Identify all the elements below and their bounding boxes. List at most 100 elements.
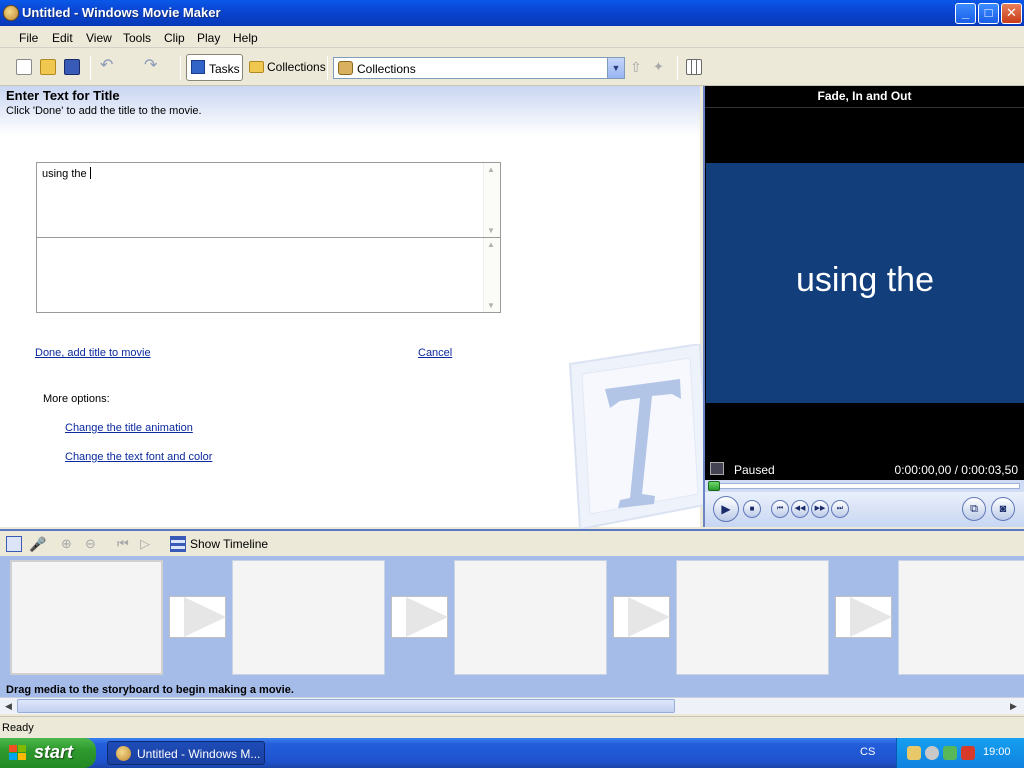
collections-film-icon	[338, 61, 353, 75]
scroll-down-icon[interactable]: ▼	[487, 301, 495, 310]
zoom-in-icon[interactable]: ⊕	[61, 536, 77, 552]
up-one-level-icon[interactable]: ⇧	[630, 59, 646, 75]
taskbar-window-button[interactable]: Untitled - Windows M...	[107, 741, 265, 765]
change-font-color-link[interactable]: Change the text font and color	[65, 451, 212, 463]
chevron-down-icon[interactable]: ▼	[607, 58, 624, 78]
menu-play[interactable]: Play	[197, 31, 220, 45]
tasks-icon	[191, 60, 205, 74]
transport-controls: ▶ ■ ⏮ ◀◀ ▶▶ ⏭ ⧉ ◙	[705, 492, 1024, 527]
title-text-input[interactable]: using the ▲ ▼	[37, 163, 500, 238]
tasks-button[interactable]: Tasks	[186, 54, 243, 81]
tray-network-icon[interactable]	[907, 746, 921, 760]
open-project-icon[interactable]	[40, 59, 56, 75]
language-indicator[interactable]: CS	[860, 746, 875, 758]
show-timeline-icon[interactable]	[170, 536, 186, 552]
toolbar-separator	[327, 56, 328, 80]
scroll-thumb[interactable]	[17, 699, 675, 713]
new-project-icon[interactable]	[16, 59, 32, 75]
close-button[interactable]: ✕	[1001, 3, 1022, 24]
scroll-left-icon[interactable]: ◀	[1, 699, 16, 713]
play-storyboard-icon[interactable]: ▷	[140, 536, 156, 552]
toolbar-separator	[180, 56, 181, 80]
previous-frame-icon[interactable]: ⏮	[771, 500, 789, 518]
status-text: Ready	[2, 722, 34, 734]
seek-track[interactable]	[708, 483, 1020, 489]
change-title-animation-link[interactable]: Change the title animation	[65, 422, 193, 434]
status-bar: Ready	[0, 716, 1024, 738]
new-collection-folder-icon[interactable]: ✦	[653, 59, 669, 75]
movie-maker-app-icon[interactable]	[3, 5, 19, 21]
subtitle-text-input[interactable]: ▲ ▼	[37, 238, 500, 312]
storyboard-scrollbar[interactable]: ◀ ▶	[0, 697, 1024, 714]
menu-view[interactable]: View	[86, 31, 112, 45]
seek-bar[interactable]	[705, 480, 1024, 492]
task-pane: Enter Text for Title Click 'Done' to add…	[0, 86, 710, 531]
clip-slot[interactable]	[454, 560, 607, 675]
clip-slot[interactable]	[676, 560, 829, 675]
menu-clip[interactable]: Clip	[164, 31, 185, 45]
storyboard-toolbar: 🎤 ⊕ ⊖ ⏮ ▷ Show Timeline	[0, 529, 1024, 556]
storyboard: Drag media to the storyboard to begin ma…	[0, 556, 1024, 697]
vertical-scrollbar[interactable]: ▲ ▼	[483, 238, 500, 312]
scroll-up-icon[interactable]: ▲	[487, 240, 495, 249]
start-button[interactable]: start	[0, 738, 96, 768]
split-clip-icon[interactable]: ⧉	[962, 497, 986, 521]
tray-security-shield-icon[interactable]	[961, 746, 975, 760]
title-bar[interactable]: Untitled - Windows Movie Maker _ □ ✕	[0, 0, 1024, 26]
more-options-label: More options:	[43, 393, 110, 405]
title-text-area[interactable]: using the ▲ ▼ ▲ ▼	[36, 162, 501, 313]
maximize-button[interactable]: □	[978, 3, 999, 24]
collections-select-value: Collections	[357, 62, 416, 76]
clip-slot[interactable]	[898, 560, 1024, 675]
monitor-mode-icon[interactable]	[710, 462, 724, 475]
take-picture-icon[interactable]: ◙	[991, 497, 1015, 521]
preview-title-text: using the	[796, 261, 934, 299]
clip-name: Fade, In and Out	[705, 86, 1024, 108]
menu-file[interactable]: File	[19, 31, 38, 45]
rewind-icon[interactable]: ◀◀	[791, 500, 809, 518]
windows-flag-icon	[9, 745, 26, 760]
clip-slot[interactable]	[232, 560, 385, 675]
cancel-link[interactable]: Cancel	[418, 347, 452, 359]
save-project-icon[interactable]	[64, 59, 80, 75]
menu-edit[interactable]: Edit	[52, 31, 73, 45]
next-frame-icon[interactable]: ⏭	[831, 500, 849, 518]
scroll-right-icon[interactable]: ▶	[1006, 699, 1021, 713]
forward-icon[interactable]: ▶▶	[811, 500, 829, 518]
views-icon[interactable]	[686, 59, 702, 75]
menu-help[interactable]: Help	[233, 31, 258, 45]
narrate-timeline-icon[interactable]: 🎤	[29, 536, 46, 552]
transition-slot[interactable]	[613, 596, 670, 638]
tray-update-icon[interactable]	[943, 746, 957, 760]
collections-button[interactable]: Collections	[249, 60, 326, 76]
title-watermark-icon	[568, 344, 710, 531]
collections-folder-icon	[249, 61, 264, 73]
scroll-down-icon[interactable]: ▼	[487, 226, 495, 235]
text-caret	[89, 167, 91, 179]
menu-bar: File Edit View Tools Clip Play Help	[0, 26, 1024, 48]
seek-thumb[interactable]	[708, 481, 720, 491]
show-timeline-button[interactable]: Show Timeline	[190, 537, 268, 551]
stop-icon[interactable]: ■	[743, 500, 761, 518]
task-instructions: Click 'Done' to add the title to the mov…	[6, 105, 202, 117]
done-add-title-link[interactable]: Done, add title to movie	[35, 347, 151, 359]
rewind-storyboard-icon[interactable]: ⏮	[117, 536, 133, 552]
menu-tools[interactable]: Tools	[123, 31, 151, 45]
transition-slot[interactable]	[169, 596, 226, 638]
transition-slot[interactable]	[835, 596, 892, 638]
set-audio-levels-icon[interactable]	[6, 536, 22, 552]
zoom-out-icon[interactable]: ⊖	[85, 536, 101, 552]
minimize-button[interactable]: _	[955, 3, 976, 24]
clock: 19:00	[983, 746, 1011, 758]
clip-slot[interactable]	[10, 560, 163, 675]
playback-status: Paused	[734, 463, 775, 477]
task-title: Enter Text for Title	[6, 88, 120, 103]
redo-icon[interactable]: ↷	[144, 58, 160, 75]
vertical-scrollbar[interactable]: ▲ ▼	[483, 163, 500, 237]
collections-select[interactable]: Collections ▼	[333, 57, 625, 79]
undo-icon[interactable]: ↶	[100, 58, 116, 75]
play-icon[interactable]: ▶	[713, 496, 739, 522]
transition-slot[interactable]	[391, 596, 448, 638]
scroll-up-icon[interactable]: ▲	[487, 165, 495, 174]
tray-sound-icon[interactable]	[925, 746, 939, 760]
